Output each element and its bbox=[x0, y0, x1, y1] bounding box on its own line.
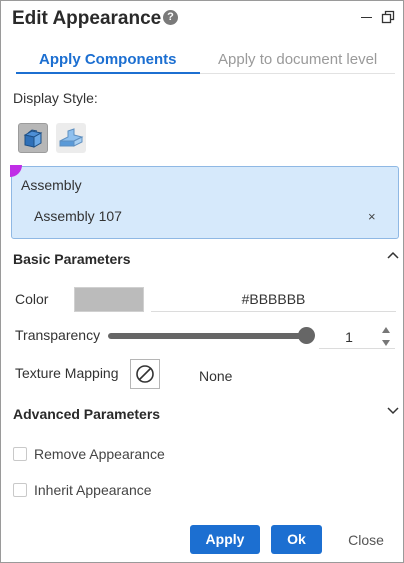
tab-apply-components[interactable]: Apply Components bbox=[39, 51, 177, 68]
color-hex-field[interactable]: #BBBBBB bbox=[151, 291, 396, 307]
remove-selected-item-icon[interactable]: × bbox=[368, 209, 376, 224]
display-style-shaded-with-edges-button[interactable] bbox=[18, 123, 48, 153]
shaded-icon bbox=[59, 128, 84, 147]
ok-button[interactable]: Ok bbox=[271, 525, 322, 554]
transparency-slider-handle[interactable] bbox=[298, 327, 315, 344]
decrement-icon[interactable] bbox=[382, 340, 390, 346]
display-style-shaded-button[interactable] bbox=[56, 123, 86, 153]
active-tab-indicator bbox=[16, 72, 200, 74]
dialog-title: Edit Appearance bbox=[12, 8, 162, 29]
color-label: Color bbox=[15, 291, 49, 307]
color-field-underline bbox=[151, 311, 396, 312]
increment-icon[interactable] bbox=[382, 327, 390, 333]
chevron-up-icon[interactable] bbox=[387, 251, 399, 261]
minimize-icon[interactable] bbox=[361, 17, 372, 18]
apply-button[interactable]: Apply bbox=[190, 525, 260, 554]
color-swatch[interactable] bbox=[74, 287, 144, 312]
inherit-appearance-label[interactable]: Inherit Appearance bbox=[34, 482, 152, 498]
shaded-with-edges-icon bbox=[23, 129, 43, 148]
close-button[interactable]: Close bbox=[338, 532, 394, 548]
remove-appearance-label[interactable]: Remove Appearance bbox=[34, 446, 165, 462]
edit-appearance-dialog: Edit Appearance ? Apply Components Apply… bbox=[0, 0, 404, 563]
texture-mapping-value: None bbox=[199, 368, 233, 384]
basic-parameters-heading[interactable]: Basic Parameters bbox=[13, 251, 131, 267]
transparency-field-underline bbox=[319, 348, 395, 349]
texture-mapping-button[interactable] bbox=[130, 359, 160, 389]
texture-mapping-label: Texture Mapping bbox=[15, 365, 119, 381]
tab-divider bbox=[200, 73, 395, 74]
transparency-slider[interactable] bbox=[108, 333, 308, 339]
selected-item: Assembly 107 bbox=[34, 208, 122, 224]
transparency-value-field[interactable]: 1 bbox=[319, 329, 379, 345]
chevron-down-icon[interactable] bbox=[387, 405, 399, 415]
selection-label: Assembly bbox=[21, 177, 82, 193]
tab-apply-to-document-level[interactable]: Apply to document level bbox=[218, 51, 377, 68]
remove-appearance-checkbox[interactable] bbox=[13, 447, 27, 461]
advanced-parameters-heading[interactable]: Advanced Parameters bbox=[13, 406, 160, 422]
none-icon bbox=[136, 365, 154, 383]
inherit-appearance-checkbox[interactable] bbox=[13, 483, 27, 497]
display-style-label: Display Style: bbox=[13, 90, 98, 106]
restore-icon[interactable] bbox=[381, 10, 395, 24]
transparency-label: Transparency bbox=[15, 327, 101, 343]
help-icon[interactable]: ? bbox=[163, 10, 178, 25]
